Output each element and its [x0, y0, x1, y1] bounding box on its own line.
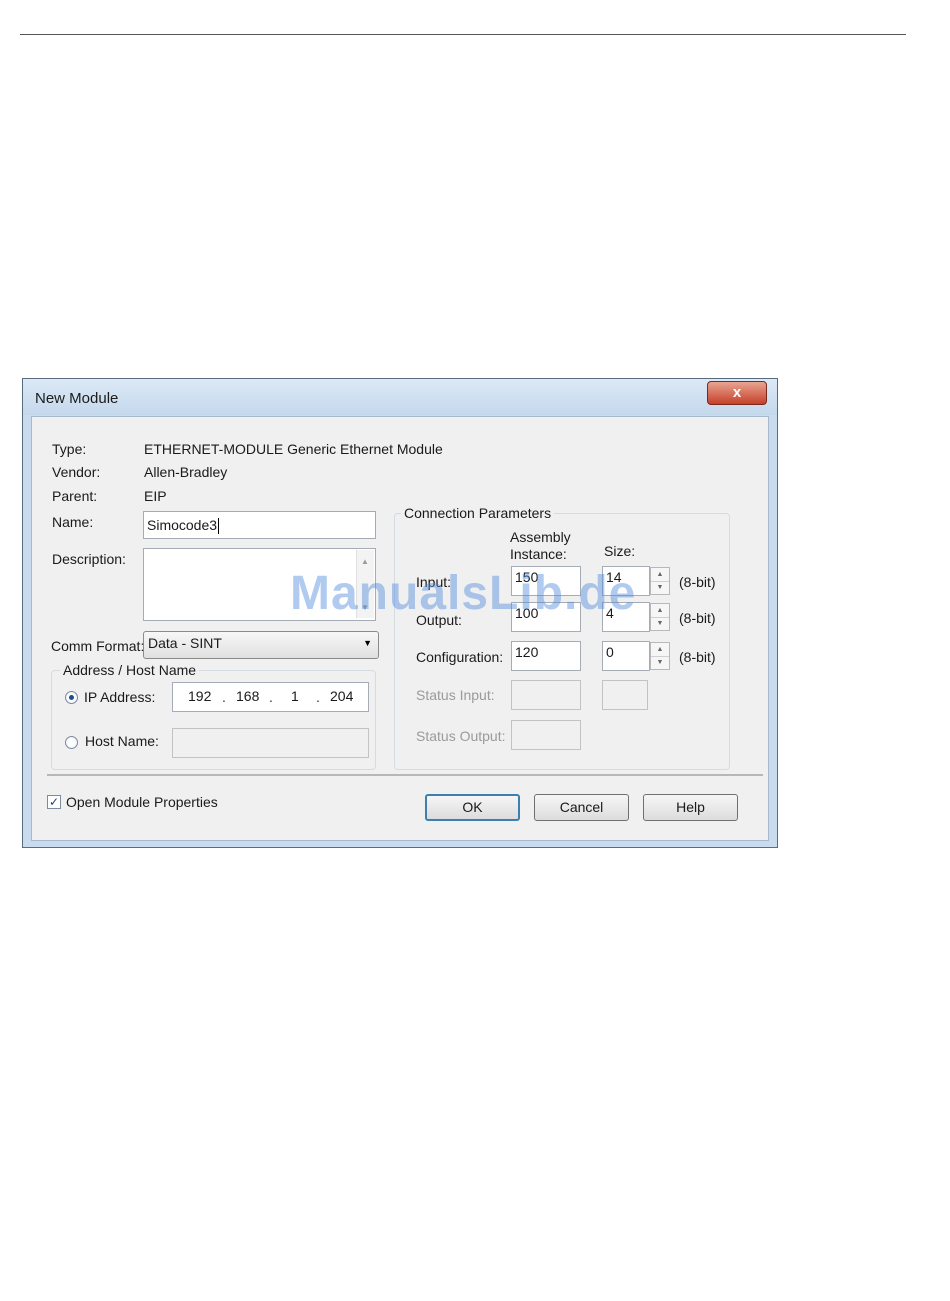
host-name-input[interactable]: [172, 728, 369, 758]
chevron-down-icon: ▼: [363, 638, 372, 648]
address-group-title: Address / Host Name: [60, 662, 200, 678]
ip-dot: .: [222, 689, 226, 705]
configuration-size-spinner[interactable]: ▲ ▼: [650, 642, 670, 670]
comm-format-value: Data - SINT: [148, 635, 222, 651]
configuration-label: Configuration:: [416, 649, 504, 665]
comm-format-select[interactable]: Data - SINT ▼: [143, 631, 379, 659]
ip-dot: .: [269, 689, 273, 705]
host-name-radio[interactable]: [65, 736, 78, 749]
output-unit-label: (8-bit): [679, 610, 716, 626]
host-name-label: Host Name:: [85, 733, 159, 749]
status-input-label: Status Input:: [416, 687, 495, 703]
type-label: Type:: [52, 441, 87, 457]
watermark-text: ManualsLib.de: [290, 567, 637, 620]
assembly-instance-header: Assembly Instance:: [510, 529, 571, 562]
footer-separator: [47, 774, 763, 776]
vendor-label: Vendor:: [52, 464, 101, 480]
spin-down-icon[interactable]: ▼: [651, 581, 669, 594]
size-header: Size:: [604, 543, 636, 559]
ok-button[interactable]: OK: [425, 794, 520, 821]
parent-label: Parent:: [52, 488, 98, 504]
name-label: Name:: [52, 514, 94, 530]
configuration-instance-value: 120: [515, 644, 539, 660]
dialog-client-area: Type: ETHERNET-MODULE Generic Ethernet M…: [31, 416, 769, 841]
name-input[interactable]: Simocode3: [143, 511, 376, 539]
configuration-size-value: 0: [606, 644, 614, 660]
close-icon: x: [732, 384, 742, 401]
cancel-button[interactable]: Cancel: [534, 794, 629, 821]
ip-address-input[interactable]: 192 . 168 . 1 . 204: [172, 682, 369, 712]
input-size-spinner[interactable]: ▲ ▼: [650, 567, 670, 595]
status-output-label: Status Output:: [416, 728, 506, 744]
help-button-label: Help: [676, 799, 705, 815]
dialog-titlebar[interactable]: New Module x: [23, 379, 777, 415]
ip-address-radio[interactable]: [65, 691, 78, 704]
configuration-instance-field[interactable]: 120: [511, 641, 581, 671]
cancel-button-label: Cancel: [559, 799, 604, 815]
configuration-size-field[interactable]: 0: [602, 641, 650, 671]
spin-down-icon[interactable]: ▼: [651, 656, 669, 669]
name-input-value: Simocode3: [147, 517, 218, 533]
spin-down-icon[interactable]: ▼: [651, 617, 669, 630]
ip-octet-2: 168: [236, 688, 260, 704]
ip-address-label: IP Address:: [84, 689, 156, 705]
vendor-value: Allen-Bradley: [144, 464, 228, 480]
status-input-instance-field[interactable]: [511, 680, 581, 710]
close-button[interactable]: x: [707, 381, 767, 405]
status-input-size-field[interactable]: [602, 680, 648, 710]
ip-dot: .: [316, 689, 320, 705]
open-properties-checkbox[interactable]: ✓: [47, 795, 61, 809]
spin-up-icon[interactable]: ▲: [651, 604, 669, 618]
ip-octet-4: 204: [330, 688, 354, 704]
ok-button-label: OK: [462, 799, 483, 815]
open-properties-label: Open Module Properties: [66, 794, 218, 810]
status-output-instance-field[interactable]: [511, 720, 581, 750]
configuration-unit-label: (8-bit): [679, 649, 716, 665]
type-value: ETHERNET-MODULE Generic Ethernet Module: [144, 441, 443, 457]
connection-group-title: Connection Parameters: [401, 505, 555, 521]
page-top-rule: [20, 34, 906, 35]
input-unit-label: (8-bit): [679, 574, 716, 590]
spin-up-icon[interactable]: ▲: [651, 568, 669, 582]
ip-octet-3: 1: [291, 688, 299, 704]
spin-up-icon[interactable]: ▲: [651, 643, 669, 657]
description-label: Description:: [52, 551, 126, 567]
output-size-spinner[interactable]: ▲ ▼: [650, 603, 670, 631]
dialog-title: New Module: [35, 390, 119, 407]
scroll-up-icon[interactable]: ▲: [361, 557, 369, 566]
text-caret: [218, 518, 220, 535]
ip-octet-1: 192: [188, 688, 212, 704]
comm-format-label: Comm Format:: [51, 638, 145, 654]
parent-value: EIP: [144, 488, 167, 504]
help-button[interactable]: Help: [643, 794, 738, 821]
checkmark-icon: ✓: [48, 795, 60, 809]
